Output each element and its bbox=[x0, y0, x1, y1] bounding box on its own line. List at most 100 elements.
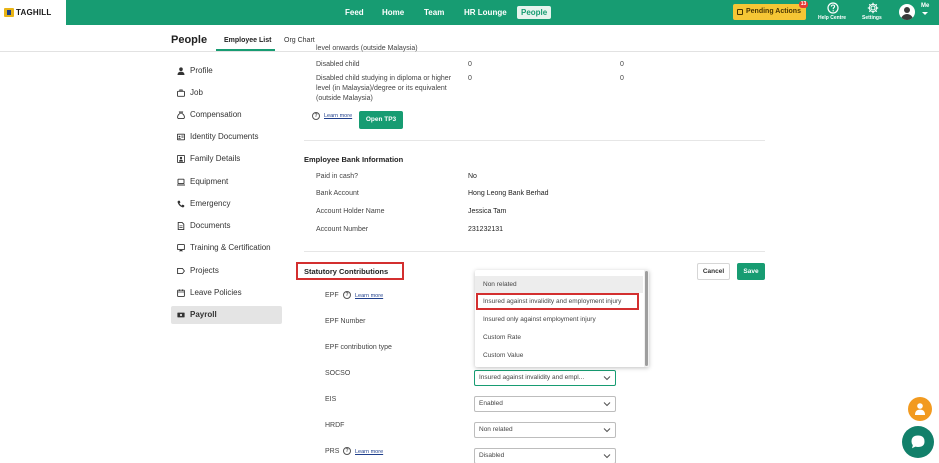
logo-text: TAGHILL bbox=[16, 8, 52, 17]
save-button[interactable]: Save bbox=[737, 263, 765, 280]
dropdown-option[interactable]: Custom Value bbox=[475, 347, 643, 364]
chat-button[interactable] bbox=[902, 426, 934, 458]
bank-section-title: Employee Bank Information bbox=[304, 155, 404, 164]
highlight-box bbox=[476, 293, 639, 310]
socso-dropdown-menu: Non related Insured against invalidity a… bbox=[475, 270, 649, 367]
prs-select-value: Disabled bbox=[479, 452, 505, 459]
epf-number-label: EPF Number bbox=[325, 318, 366, 325]
hrdf-label: HRDF bbox=[325, 422, 345, 429]
pending-actions-button[interactable]: Pending Actions bbox=[733, 4, 806, 20]
phone-icon bbox=[177, 200, 185, 208]
bank-field-value: 231232131 bbox=[468, 226, 504, 233]
sidebar-item-label: Payroll bbox=[190, 310, 217, 319]
dropdown-option[interactable]: Non related bbox=[475, 276, 643, 293]
sidebar-item-training-certification[interactable]: Training & Certification bbox=[171, 239, 282, 257]
socso-select[interactable]: Insured against invalidity and empl... bbox=[474, 370, 616, 386]
prs-learn-more-link[interactable]: Learn more bbox=[355, 449, 383, 455]
learn-more-link[interactable]: Learn more bbox=[324, 113, 352, 119]
dropdown-option[interactable]: Custom Rate bbox=[475, 329, 643, 346]
chat-bubble-icon bbox=[911, 435, 925, 449]
logo-mark-icon bbox=[4, 8, 14, 17]
sidebar-item-label: Profile bbox=[190, 66, 213, 75]
family-icon bbox=[177, 155, 185, 163]
sidebar-item-payroll[interactable]: Payroll bbox=[171, 306, 282, 324]
cut-off-row-label: level onwards (outside Malaysia) bbox=[316, 45, 418, 52]
settings-gear-icon[interactable] bbox=[867, 2, 879, 14]
nav-people[interactable]: People bbox=[517, 6, 552, 19]
nav-home[interactable]: Home bbox=[378, 6, 408, 19]
sidebar-item-profile[interactable]: Profile bbox=[171, 62, 282, 80]
socso-label: SOCSO bbox=[325, 370, 351, 377]
relief-row-value: 0 bbox=[468, 61, 472, 68]
hrdf-select[interactable]: Non related bbox=[474, 422, 616, 438]
tab-employee-list[interactable]: Employee List bbox=[224, 37, 271, 44]
epf-learn-more-link[interactable]: Learn more bbox=[355, 293, 383, 299]
eis-select-value: Enabled bbox=[479, 400, 503, 407]
sidebar-item-label: Leave Policies bbox=[190, 288, 242, 297]
sidebar-item-documents[interactable]: Documents bbox=[171, 217, 282, 235]
money-bag-icon bbox=[177, 111, 185, 119]
chevron-down-icon bbox=[603, 402, 611, 407]
chevron-down-icon bbox=[603, 454, 611, 459]
bank-field-value: Hong Leong Bank Berhad bbox=[468, 190, 549, 197]
nav-hr-lounge[interactable]: HR Lounge bbox=[460, 6, 511, 19]
settings-label[interactable]: Settings bbox=[862, 15, 882, 21]
sidebar-item-family-details[interactable]: Family Details bbox=[171, 150, 282, 168]
bank-field-value: Jessica Tam bbox=[468, 208, 507, 215]
dropdown-option[interactable]: Insured only against employment injury bbox=[475, 311, 643, 328]
help-centre-label[interactable]: Help Centre bbox=[818, 15, 846, 21]
sidebar-item-leave-policies[interactable]: Leave Policies bbox=[171, 284, 282, 302]
sidebar-item-label: Family Details bbox=[190, 154, 241, 163]
dropdown-scrollbar-thumb[interactable] bbox=[645, 271, 648, 366]
help-icon[interactable]: ? bbox=[312, 112, 320, 120]
prs-help-icon[interactable]: ? bbox=[343, 447, 351, 455]
relief-row-label: (outside Malaysia) bbox=[316, 95, 373, 102]
chevron-down-icon bbox=[603, 428, 611, 433]
sidebar-item-equipment[interactable]: Equipment bbox=[171, 173, 282, 191]
me-caret-icon[interactable] bbox=[922, 12, 928, 15]
sidebar-item-label: Emergency bbox=[190, 199, 231, 208]
sidebar-item-compensation[interactable]: Compensation bbox=[171, 106, 282, 124]
id-card-icon bbox=[177, 133, 185, 141]
nav-feed[interactable]: Feed bbox=[341, 6, 368, 19]
sidebar-item-label: Documents bbox=[190, 221, 231, 230]
relief-row-label: level (in Malaysia)/degree or its equiva… bbox=[316, 85, 447, 92]
nav-team[interactable]: Team bbox=[420, 6, 448, 19]
eis-label: EIS bbox=[325, 396, 337, 403]
prs-select[interactable]: Disabled bbox=[474, 448, 616, 463]
document-icon bbox=[177, 222, 185, 230]
sidebar-item-label: Projects bbox=[190, 266, 219, 275]
sidebar-item-emergency[interactable]: Emergency bbox=[171, 195, 282, 213]
sidebar-item-identity-documents[interactable]: Identity Documents bbox=[171, 128, 282, 146]
epf-help-icon[interactable]: ? bbox=[343, 291, 351, 299]
prs-label: PRS bbox=[325, 448, 340, 455]
avatar-head bbox=[904, 7, 910, 13]
floating-user-button[interactable] bbox=[908, 397, 932, 421]
briefcase-icon bbox=[177, 89, 185, 97]
help-centre-icon[interactable] bbox=[827, 2, 839, 14]
logo[interactable]: TAGHILL bbox=[0, 0, 66, 25]
user-avatar[interactable] bbox=[899, 4, 915, 20]
sidebar-item-label: Training & Certification bbox=[190, 243, 271, 252]
person-icon bbox=[177, 67, 185, 75]
certificate-icon bbox=[177, 244, 185, 252]
payroll-icon bbox=[177, 312, 185, 318]
sidebar-item-label: Equipment bbox=[190, 177, 229, 186]
sidebar-item-job[interactable]: Job bbox=[171, 84, 282, 102]
eis-select[interactable]: Enabled bbox=[474, 396, 616, 412]
relief-row-value: 0 bbox=[620, 61, 624, 68]
leave-icon bbox=[177, 289, 185, 297]
projects-icon bbox=[177, 267, 185, 275]
bank-field-label: Account Number bbox=[316, 226, 369, 233]
cancel-button[interactable]: Cancel bbox=[697, 263, 730, 280]
tab-org-chart[interactable]: Org Chart bbox=[284, 37, 315, 44]
highlight-box bbox=[296, 262, 404, 280]
hrdf-select-value: Non related bbox=[479, 426, 513, 433]
epf-contribution-type-label: EPF contribution type bbox=[325, 344, 392, 351]
bank-field-label: Paid in cash? bbox=[316, 173, 359, 180]
top-nav-bar: TAGHILL Feed Home Team HR Lounge People … bbox=[0, 0, 939, 25]
sidebar-item-projects[interactable]: Projects bbox=[171, 262, 282, 280]
me-label[interactable]: Me bbox=[921, 3, 929, 9]
open-tp3-button[interactable]: Open TP3 bbox=[359, 111, 403, 129]
sidebar-item-label: Job bbox=[190, 88, 203, 97]
